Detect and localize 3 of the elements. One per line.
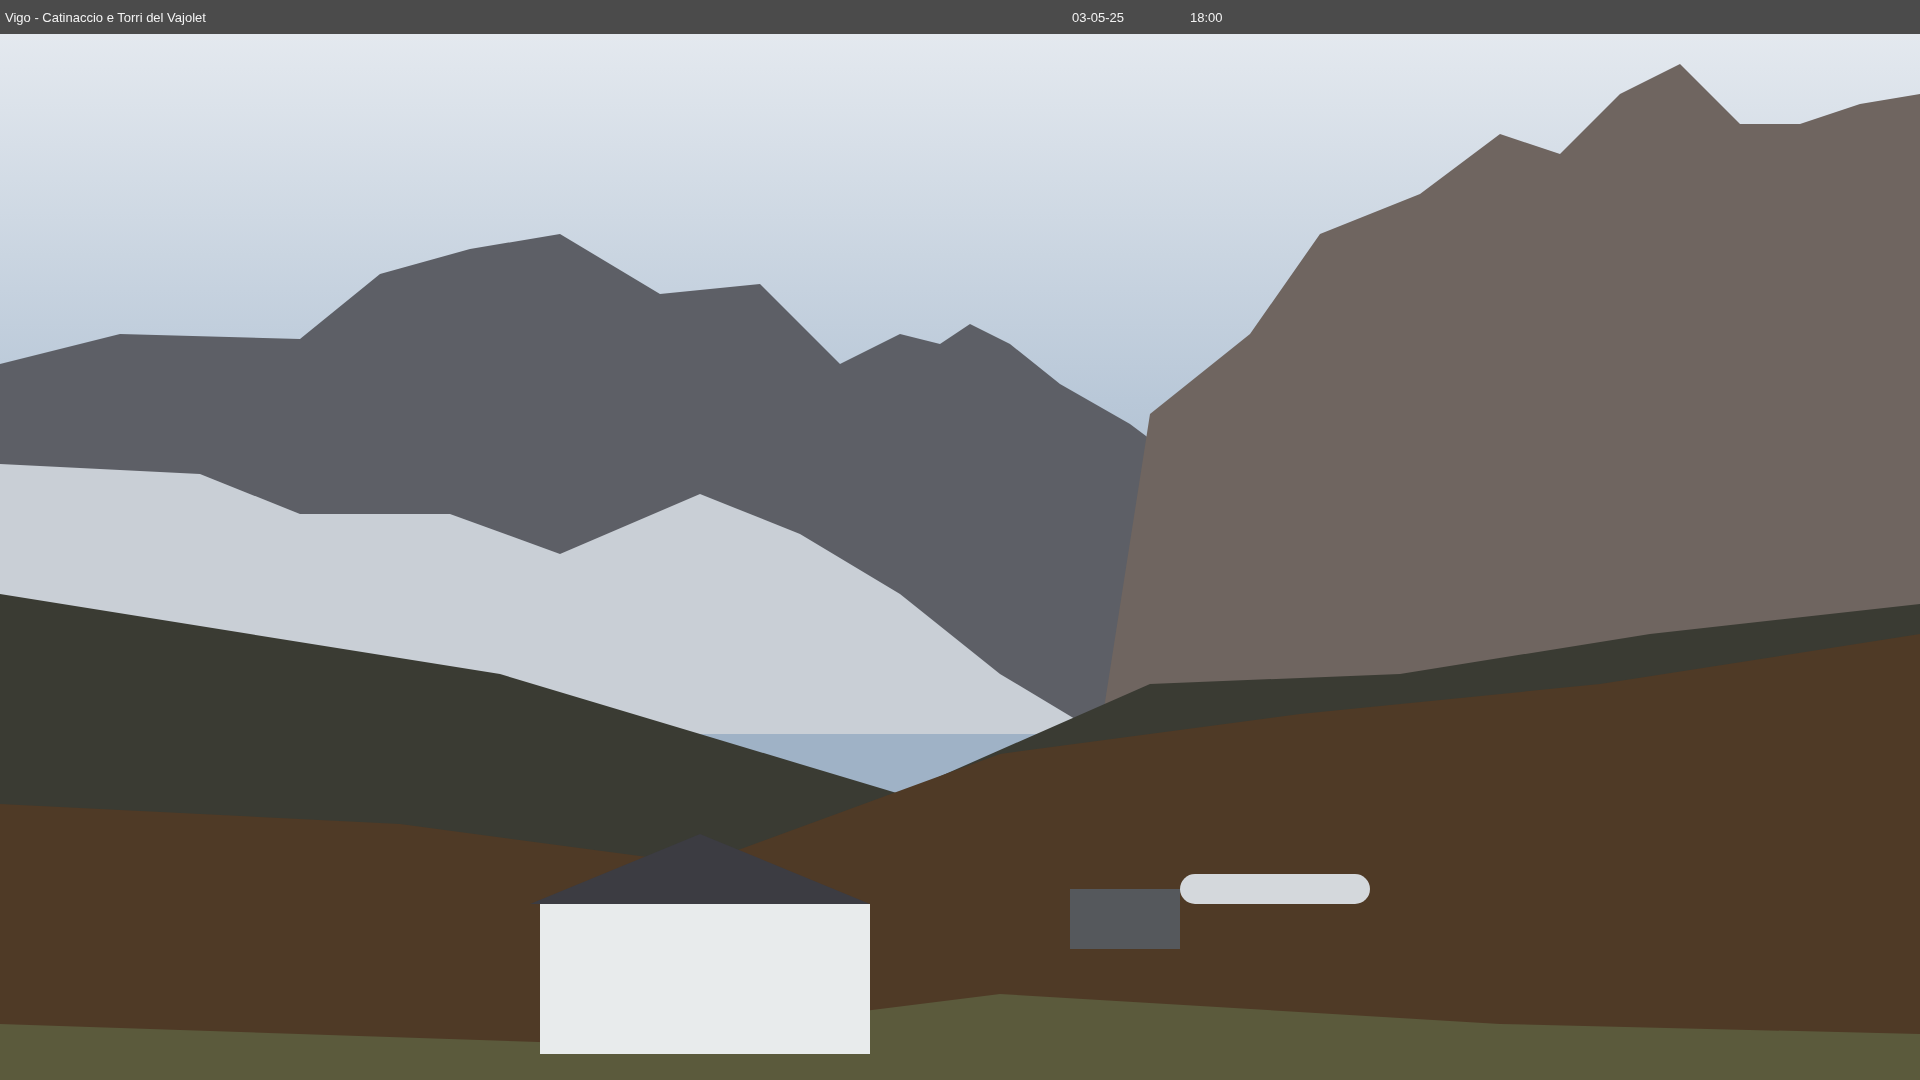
date-text: 03-05-25 xyxy=(1072,9,1125,25)
time-text: 18:00 xyxy=(1190,9,1223,25)
camera-title: Vigo - Catinaccio e Torri del Vajolet xyxy=(4,9,206,25)
